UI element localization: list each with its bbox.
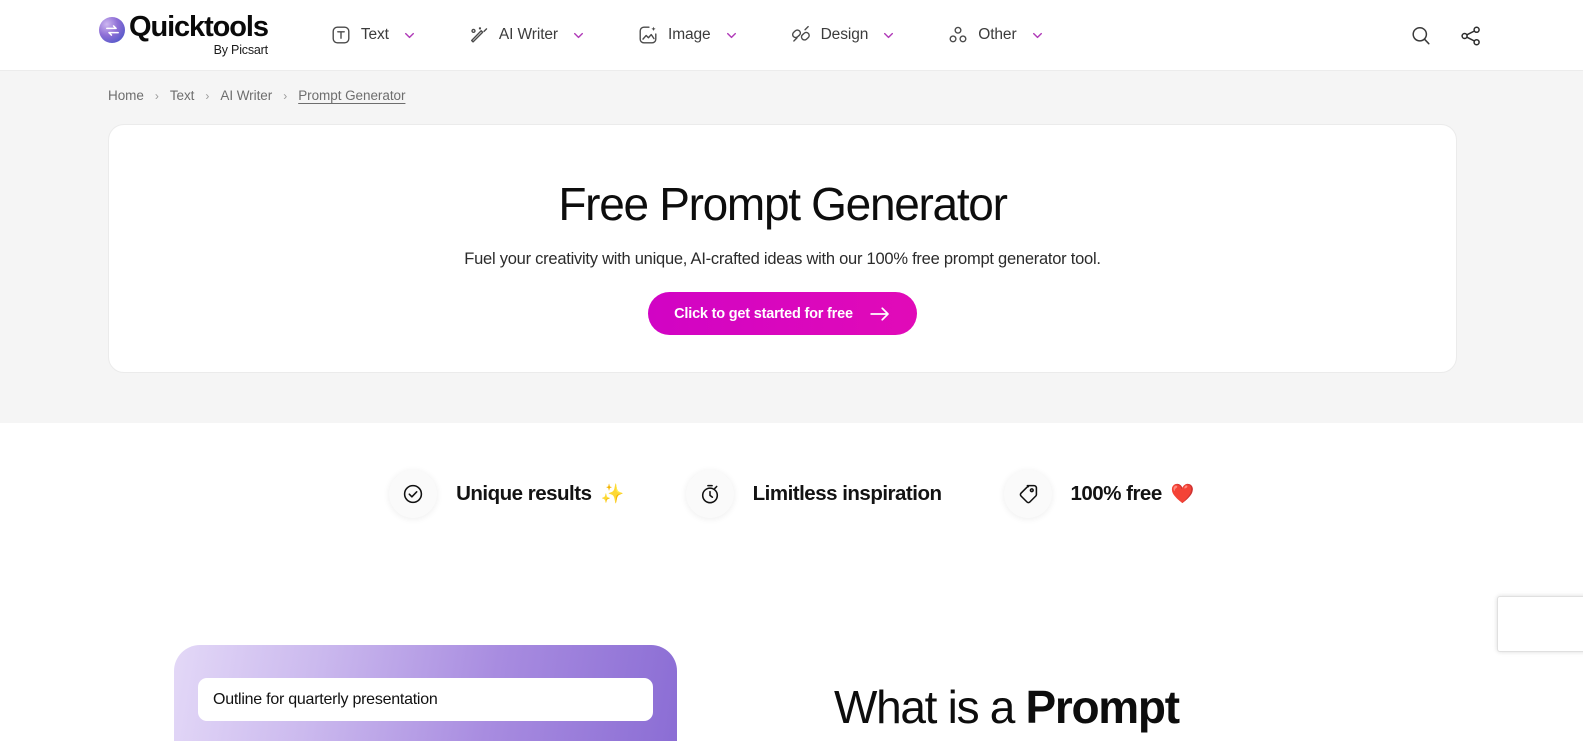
nav-item-other[interactable]: Other	[947, 18, 1043, 52]
section-heading-normal: What is a	[834, 681, 1026, 733]
site-logo[interactable]: Quicktools By Picsart	[99, 11, 269, 58]
breadcrumb-item-prompt-generator[interactable]: Prompt Generator	[298, 88, 405, 103]
feature-label: Unique results ✨	[456, 482, 624, 506]
header-actions	[1409, 0, 1483, 71]
feature-100-percent-free: 100% free ❤️	[1003, 470, 1195, 518]
feature-limitless-inspiration: Limitless inspiration	[685, 470, 942, 518]
feature-text: 100% free	[1070, 482, 1163, 505]
breadcrumb-item-text[interactable]: Text	[170, 88, 195, 103]
logo-wordmark: Quicktools	[129, 11, 269, 43]
feature-text: Limitless inspiration	[752, 482, 942, 505]
site-header: Quicktools By Picsart Text AI Writer Ima…	[0, 0, 1583, 71]
share-icon[interactable]	[1459, 24, 1483, 48]
image-picture-icon	[639, 26, 657, 44]
feature-text: Unique results	[456, 482, 592, 505]
prompt-input[interactable]	[198, 678, 653, 721]
check-circle-icon	[389, 470, 438, 518]
nav-label: Other	[978, 26, 1017, 43]
chevron-down-icon	[404, 32, 414, 38]
nav-item-image[interactable]: Image	[637, 18, 738, 52]
quicktools-swap-logo-icon	[99, 17, 125, 43]
price-tag-icon	[1003, 470, 1052, 518]
feature-unique-results: Unique results ✨	[389, 470, 624, 518]
search-icon[interactable]	[1409, 24, 1433, 48]
breadcrumb-separator: ›	[283, 88, 288, 103]
page-subtitle: Fuel your creativity with unique, AI-cra…	[464, 250, 1101, 268]
nav-label: Text	[360, 26, 389, 43]
arrow-right-icon	[870, 306, 889, 321]
nav-label: Design	[820, 26, 869, 43]
magic-wand-icon	[470, 27, 488, 43]
feature-label: Limitless inspiration	[753, 482, 942, 506]
text-box-icon	[332, 26, 350, 44]
chevron-down-icon	[574, 32, 583, 38]
chevron-down-icon	[726, 32, 736, 38]
get-started-label: Click to get started for free	[674, 305, 853, 322]
page-title: Free Prompt Generator	[558, 178, 1008, 230]
feature-label: 100% free ❤️	[1070, 482, 1195, 506]
hero-card: Free Prompt Generator Fuel your creativi…	[108, 124, 1457, 373]
heart-emoji-icon: ❤️	[1170, 483, 1195, 505]
three-dots-circles-icon	[949, 26, 967, 43]
main-navigation: Text AI Writer Image Design Other	[330, 18, 1096, 52]
breadcrumb: Home › Text › AI Writer › Prompt Generat…	[108, 88, 405, 103]
feature-badges: Unique results ✨ Limitless inspiration 1…	[0, 470, 1583, 518]
logo-subtitle: By Picsart	[213, 43, 268, 57]
logo-text: Quicktools By Picsart	[129, 11, 269, 57]
nav-item-design[interactable]: Design	[790, 18, 896, 52]
chevron-down-icon	[884, 32, 894, 38]
chevron-down-icon	[1032, 32, 1042, 38]
nav-item-text[interactable]: Text	[330, 18, 416, 52]
breadcrumb-separator: ›	[205, 88, 210, 103]
breadcrumb-item-home[interactable]: Home	[108, 88, 144, 103]
stopwatch-icon	[685, 470, 734, 518]
recaptcha-badge[interactable]	[1497, 596, 1583, 652]
section-heading: What is a Prompt	[834, 676, 1181, 738]
breadcrumb-separator: ›	[154, 88, 159, 103]
sparkles-emoji-icon: ✨	[600, 483, 624, 505]
prompt-showcase-card	[174, 645, 677, 741]
page-root: Quicktools By Picsart Text AI Writer Ima…	[0, 0, 1583, 741]
section-heading-bold: Prompt	[1025, 681, 1181, 733]
get-started-button[interactable]: Click to get started for free	[648, 292, 917, 335]
design-shapes-icon	[791, 25, 810, 42]
nav-label: Image	[668, 26, 711, 43]
nav-label: AI Writer	[498, 26, 558, 43]
breadcrumb-item-ai-writer[interactable]: AI Writer	[220, 88, 272, 103]
nav-item-ai-writer[interactable]: AI Writer	[468, 18, 585, 52]
